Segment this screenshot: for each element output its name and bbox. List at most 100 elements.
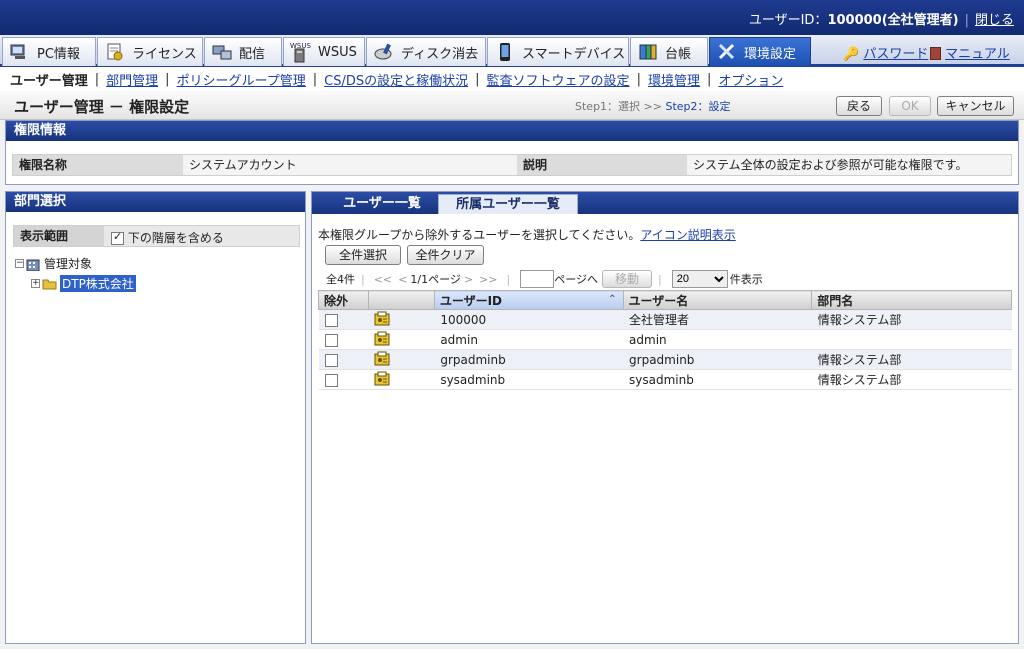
subnav-csds-settings[interactable]: CS/DSの設定と稼働状況 [324, 70, 468, 89]
folder-icon [42, 277, 57, 290]
col-exclude[interactable]: 除外 [318, 290, 369, 310]
divider: | [658, 272, 662, 286]
instruction-label: 本権限グループから除外するユーザーを選択してください。 [318, 228, 641, 242]
exclude-checkbox[interactable] [324, 313, 338, 327]
distribution-icon [211, 42, 233, 62]
step-indicator: Step1：選択 >> Step2：設定 [575, 98, 731, 114]
tree-node-company[interactable]: + DTP株式会社 [31, 275, 136, 292]
user-info: ユーザーID：100000(全社管理者) | 閉じる [749, 9, 1014, 28]
tab-environment-settings[interactable]: 環境設定 [709, 37, 811, 66]
page-number-input[interactable] [520, 270, 555, 288]
book-icon [930, 47, 941, 60]
subnav-environment[interactable]: 環境管理 [648, 70, 700, 89]
exclude-checkbox[interactable] [324, 333, 338, 347]
authority-desc-label: 説明 [517, 155, 687, 175]
divider: | [506, 272, 511, 286]
dept-name-cell [811, 329, 1012, 350]
exclude-checkbox[interactable] [324, 353, 338, 367]
expand-icon[interactable]: + [31, 279, 40, 288]
per-page-select[interactable]: 20 [671, 270, 728, 288]
subnav-audit-software[interactable]: 監査ソフトウェアの設定 [487, 70, 630, 89]
include-sub-checkbox[interactable] [111, 230, 124, 245]
settings-tools-icon [716, 42, 738, 62]
license-icon [104, 42, 126, 62]
tab-disk-erase[interactable]: ディスク消去 [366, 37, 486, 66]
icon-cell [368, 349, 435, 370]
cancel-button[interactable]: キャンセル [937, 96, 1014, 116]
tab-license-label: ライセンス [132, 46, 197, 62]
close-link[interactable]: 閉じる [975, 13, 1014, 28]
subnav-dept-management[interactable]: 部門管理 [106, 70, 158, 89]
dept-select-panel: 部門選択 表示範囲 下の階層を含める − 管理対象 + DTP株式会社 [5, 191, 306, 644]
page-info: 1/1ページ [410, 273, 461, 286]
include-sub-label: 下の階層を含める [127, 231, 224, 245]
tree-node-company-label: DTP株式会社 [60, 275, 136, 292]
divider: | [706, 71, 712, 87]
table-row[interactable]: grpadminb grpadminb 情報システム部 [318, 349, 1012, 370]
pager: 全4件 | << < 1/1ページ > >> | ページへ 移動 | 20 件表… [326, 269, 763, 289]
prev-page-button[interactable]: < [398, 273, 407, 286]
dept-name-cell: 情報システム部 [811, 309, 1012, 330]
ok-button[interactable]: OK [889, 96, 931, 116]
tab-wsus[interactable]: WSUS WSUS [283, 37, 365, 66]
step-arrow: >> [643, 100, 662, 113]
tab-smart-device-label: スマートデバイス [522, 46, 626, 62]
tab-pc-info-label: PC情報 [37, 46, 80, 62]
user-list-panel: ユーザー一覧 所属ユーザー一覧 本権限グループから除外するユーザーを選択してくだ… [311, 191, 1019, 644]
admin-user-icon [374, 371, 390, 386]
total-count: 全4件 [326, 273, 355, 286]
password-link[interactable]: パスワード [863, 47, 928, 62]
icon-cell [368, 309, 435, 330]
select-all-button[interactable]: 全件選択 [325, 245, 401, 265]
table-row[interactable]: 100000 全社管理者 情報システム部 [318, 309, 1012, 330]
user-table: 除外 ユーザーID ⌃ ユーザー名 部門名 100000 全社管理者 情報システム… [318, 290, 1012, 390]
exclude-cell [318, 329, 369, 350]
tab-license[interactable]: ライセンス [97, 37, 203, 66]
divider: | [475, 71, 480, 87]
table-row[interactable]: sysadminb sysadminb 情報システム部 [318, 369, 1012, 390]
col-dept-name[interactable]: 部門名 [811, 290, 1012, 310]
tab-environment-settings-label: 環境設定 [744, 46, 797, 62]
exclude-checkbox[interactable] [324, 373, 338, 387]
subnav-options[interactable]: オプション [718, 70, 783, 89]
exclude-cell [318, 309, 369, 330]
user-id-label: ユーザーID： [748, 13, 828, 28]
include-sub-wrap: 下の階層を含める [111, 229, 224, 246]
subnav-policy-group[interactable]: ポリシーグループ管理 [177, 70, 306, 89]
tab-user-list[interactable]: ユーザー一覧 [322, 194, 442, 214]
icon-legend-link[interactable]: アイコン説明表示 [640, 228, 735, 242]
table-row[interactable]: admin admin [318, 329, 1012, 350]
user-name-cell: 全社管理者 [623, 309, 812, 330]
back-button[interactable]: 戻る [836, 96, 882, 116]
divider: | [361, 272, 365, 286]
manual-link[interactable]: マニュアル [945, 47, 1010, 62]
tab-member-users[interactable]: 所属ユーザー一覧 [438, 194, 578, 214]
display-range-label: 表示範囲 [14, 226, 104, 246]
tab-disk-erase-label: ディスク消去 [401, 46, 479, 62]
dept-name-cell: 情報システム部 [811, 369, 1012, 390]
move-button[interactable]: 移動 [602, 270, 653, 288]
first-page-button[interactable]: << [374, 273, 392, 286]
collapse-icon[interactable]: − [15, 259, 24, 268]
next-page-button[interactable]: > [464, 273, 473, 286]
dept-name-cell: 情報システム部 [811, 349, 1012, 370]
tab-pc-info[interactable]: PC情報 [2, 37, 96, 66]
col-user-id[interactable]: ユーザーID ⌃ [433, 290, 624, 310]
tree-root[interactable]: − 管理対象 [15, 255, 92, 272]
exclude-cell [318, 349, 369, 370]
last-page-button[interactable]: >> [479, 273, 497, 286]
per-page-suffix: 件表示 [729, 273, 763, 286]
clear-all-button[interactable]: 全件クリア [407, 245, 484, 265]
ledger-icon [637, 42, 659, 62]
tab-smart-device[interactable]: スマートデバイス [487, 37, 629, 66]
tab-distribution[interactable]: 配信 [204, 37, 282, 66]
tab-distribution-label: 配信 [239, 46, 266, 62]
authority-info-panel: 権限情報 権限名称 システムアカウント 説明 システム全体の設定および参照が可能… [5, 120, 1019, 185]
tab-ledger[interactable]: 台帳 [630, 37, 708, 66]
col-user-name[interactable]: ユーザー名 [622, 290, 813, 310]
user-id-value: 100000(全社管理者) [827, 13, 959, 28]
divider: | [964, 13, 969, 28]
dept-select-header: 部門選択 [6, 192, 305, 212]
instruction-text: 本権限グループから除外するユーザーを選択してください。アイコン説明表示 [318, 226, 736, 243]
admin-user-icon [374, 311, 390, 326]
